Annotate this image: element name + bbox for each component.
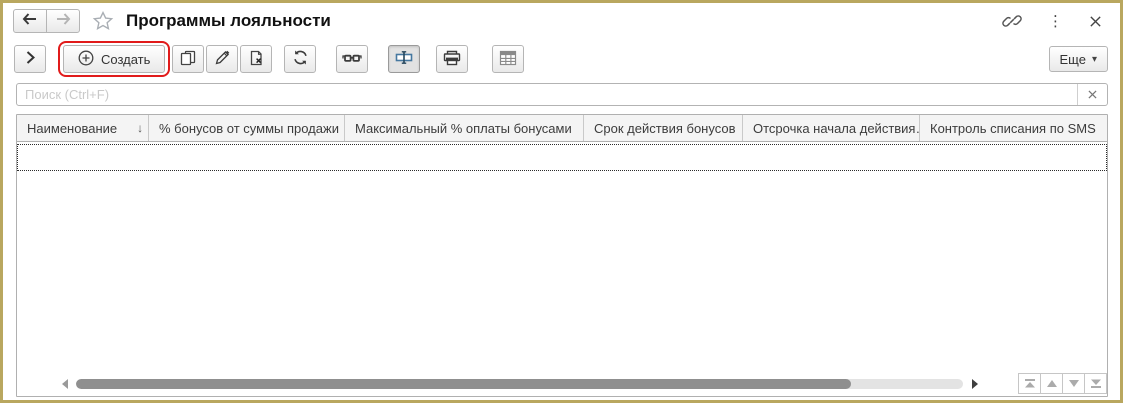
column-header-max-payment-percent[interactable]: Максимальный % оплаты бонусами (345, 115, 584, 141)
close-icon[interactable] (1089, 15, 1102, 28)
go-last-icon (1090, 379, 1101, 388)
column-header-label: Максимальный % оплаты бонусами (355, 120, 572, 136)
scroll-right-icon[interactable] (972, 379, 983, 389)
forward-button[interactable] (46, 9, 80, 33)
print-button[interactable] (436, 45, 469, 73)
delete-document-icon (248, 50, 264, 69)
red-highlight-annotation: Создать (58, 41, 171, 77)
empty-row-focus-rect[interactable] (17, 144, 1107, 171)
search-box (16, 83, 1108, 106)
history-nav-group (13, 9, 80, 33)
more-button[interactable]: Еще ▾ (1048, 46, 1108, 72)
column-header-start-delay[interactable]: Отсрочка начала действия… (743, 115, 920, 141)
go-first-icon (1024, 379, 1035, 388)
chevron-right-icon (26, 51, 35, 67)
create-button-label: Создать (101, 51, 151, 67)
table-bottom-bar (17, 372, 1107, 396)
column-header-label: Контроль списания по SMS (930, 120, 1096, 136)
set-period-button[interactable] (336, 45, 369, 73)
copy-icon (180, 50, 196, 69)
loyalty-programs-window: Программы лояльности ⋮ Создать Еще ▾ Пои… (0, 0, 1123, 403)
create-button[interactable]: Создать (63, 45, 166, 73)
output-list-button[interactable] (492, 45, 525, 73)
link-icon[interactable] (1002, 11, 1022, 31)
caret-down-icon: ▾ (1091, 53, 1097, 65)
column-header-label: Отсрочка начала действия… (753, 120, 920, 136)
favorite-star-icon[interactable] (92, 10, 114, 32)
scrollbar-thumb[interactable] (76, 379, 851, 389)
table-grid-icon (499, 50, 517, 69)
triangle-down-icon (1068, 380, 1079, 387)
refresh-button[interactable] (284, 45, 317, 73)
column-header-label: Срок действия бонусов (594, 120, 736, 136)
glasses-icon (342, 52, 363, 67)
go-last-button[interactable] (1084, 373, 1107, 394)
triangle-up-icon (1046, 380, 1057, 387)
expand-panel-button[interactable] (14, 45, 46, 73)
column-header-name[interactable]: Наименование ↓ (17, 115, 149, 141)
pencil-icon (214, 50, 230, 69)
inline-edit-toggle-button[interactable] (388, 45, 421, 73)
list-toolbar: Создать Еще ▾ (3, 39, 1120, 79)
clear-search-button[interactable] (1077, 84, 1107, 105)
page-title: Программы лояльности (126, 11, 331, 30)
edit-button[interactable] (206, 45, 239, 73)
search-row (3, 79, 1120, 106)
arrow-left-icon (22, 12, 38, 30)
kebab-menu-icon[interactable]: ⋮ (1048, 14, 1063, 29)
back-button[interactable] (13, 9, 47, 33)
go-next-button[interactable] (1062, 373, 1085, 394)
title-bar: Программы лояльности ⋮ (3, 3, 1120, 39)
printer-icon (443, 50, 461, 69)
column-header-label: % бонусов от суммы продажи (159, 120, 339, 136)
search-input[interactable] (17, 84, 1077, 105)
text-cursor-field-icon (394, 50, 414, 68)
column-header-bonus-percent[interactable]: % бонусов от суммы продажи (149, 115, 345, 141)
go-first-button[interactable] (1018, 373, 1041, 394)
column-header-bonus-validity[interactable]: Срок действия бонусов (584, 115, 743, 141)
more-button-label: Еще (1059, 51, 1086, 67)
table-header-row: Наименование ↓ % бонусов от суммы продаж… (17, 115, 1107, 142)
horizontal-scrollbar (57, 379, 983, 389)
titlebar-actions: ⋮ (1002, 11, 1120, 31)
row-navigation-buttons (1018, 373, 1107, 394)
delete-button[interactable] (240, 45, 273, 73)
go-previous-button[interactable] (1040, 373, 1063, 394)
copy-button[interactable] (172, 45, 205, 73)
arrow-right-icon (55, 12, 71, 30)
scrollbar-track[interactable] (76, 379, 963, 389)
scroll-left-icon[interactable] (57, 379, 68, 389)
refresh-icon (292, 49, 309, 69)
loyalty-programs-table: Наименование ↓ % бонусов от суммы продаж… (16, 114, 1108, 397)
plus-circle-icon (78, 50, 94, 69)
column-header-label: Наименование (27, 120, 118, 136)
sort-descending-icon: ↓ (137, 121, 144, 135)
column-header-sms-control[interactable]: Контроль списания по SMS (920, 115, 1107, 141)
table-body-empty (17, 142, 1107, 372)
